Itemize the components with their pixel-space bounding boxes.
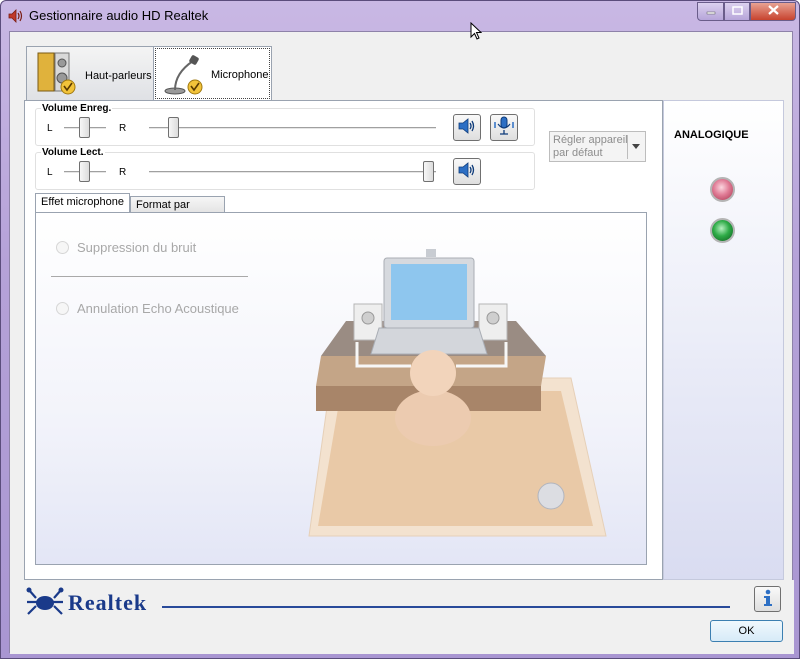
speaker-app-icon [8, 9, 24, 23]
realtek-crab-icon [26, 586, 64, 621]
playback-balance-thumb[interactable] [79, 161, 90, 182]
effects-panel: Suppression du bruit Annulation Echo Aco… [35, 212, 647, 565]
option-divider [51, 276, 248, 277]
playback-balance-right-label: R [119, 167, 127, 178]
ok-button[interactable]: OK [710, 620, 783, 642]
jack-panel-label: ANALOGIQUE [674, 129, 749, 141]
playback-volume-group: Volume Lect. L R [35, 147, 535, 190]
record-balance-thumb[interactable] [79, 117, 90, 138]
default-device-line2: par défaut [553, 147, 603, 159]
microphone-icon [163, 51, 207, 100]
close-icon [767, 5, 779, 18]
minimize-button[interactable] [697, 2, 724, 21]
speaker-icon [458, 162, 476, 181]
echo-cancellation-radio[interactable] [56, 302, 69, 315]
maximize-icon [731, 5, 743, 18]
tab-speakers-label: Haut-parleurs [85, 70, 152, 82]
minimize-icon [706, 6, 716, 18]
record-volume-track[interactable] [149, 127, 436, 130]
pink-jack-icon[interactable] [710, 177, 735, 202]
tab-speakers[interactable]: Haut-parleurs [26, 46, 155, 100]
microphone-panel: Volume Enreg. L R Volume Lect. L R Régle… [24, 100, 663, 580]
playback-volume-thumb[interactable] [423, 161, 434, 182]
default-device-label: Régler appareil par défaut [553, 134, 628, 160]
client-area: Haut-parleurs Microphone Volume Enreg. L [9, 31, 794, 654]
logo-underline [162, 606, 730, 608]
info-icon [761, 589, 775, 610]
window-title: Gestionnaire audio HD Realtek [29, 8, 209, 23]
noise-suppression-radio[interactable] [56, 241, 69, 254]
default-device-dropdown[interactable]: Régler appareil par défaut [549, 131, 646, 162]
dropdown-separator [627, 135, 628, 159]
green-jack-icon[interactable] [710, 218, 735, 243]
tab-microphone-effects[interactable]: Effet microphone [35, 193, 130, 214]
record-volume-label: Volume Enreg. [41, 103, 113, 114]
playback-balance-left-label: L [47, 167, 53, 178]
close-button[interactable] [750, 2, 796, 21]
chevron-down-icon [632, 144, 640, 149]
default-device-line1: Régler appareil [553, 134, 628, 146]
jack-panel: ANALOGIQUE [663, 100, 784, 580]
record-mute-button[interactable] [453, 114, 481, 141]
microphone-boost-button[interactable] [490, 114, 518, 141]
echo-cancellation-option[interactable]: Annulation Echo Acoustique [56, 301, 239, 316]
record-volume-group: Volume Enreg. L R [35, 103, 535, 146]
record-volume-thumb[interactable] [168, 117, 179, 138]
footer: Realtek OK [10, 580, 794, 654]
info-button[interactable] [754, 586, 781, 612]
playback-mute-button[interactable] [453, 158, 481, 185]
record-balance-right-label: R [119, 123, 127, 134]
speakers-icon [35, 51, 79, 100]
tab-microphone[interactable]: Microphone [153, 46, 272, 101]
desk-illustration [308, 249, 607, 537]
echo-cancellation-label: Annulation Echo Acoustique [77, 301, 239, 316]
noise-suppression-label: Suppression du bruit [77, 240, 197, 255]
tab-microphone-label: Microphone [211, 69, 269, 81]
mouse-cursor-icon [470, 21, 483, 43]
record-balance-left-label: L [47, 123, 53, 134]
realtek-logo-text: Realtek [68, 590, 148, 615]
title-bar: Gestionnaire audio HD Realtek [1, 1, 800, 31]
microphone-boost-icon [494, 116, 514, 139]
noise-suppression-option[interactable]: Suppression du bruit [56, 240, 196, 255]
maximize-button[interactable] [724, 2, 750, 21]
playback-volume-label: Volume Lect. [41, 147, 105, 158]
window-frame: Gestionnaire audio HD Realtek Haut-parle… [0, 0, 800, 659]
speaker-icon [458, 118, 476, 137]
playback-volume-track[interactable] [149, 171, 436, 174]
